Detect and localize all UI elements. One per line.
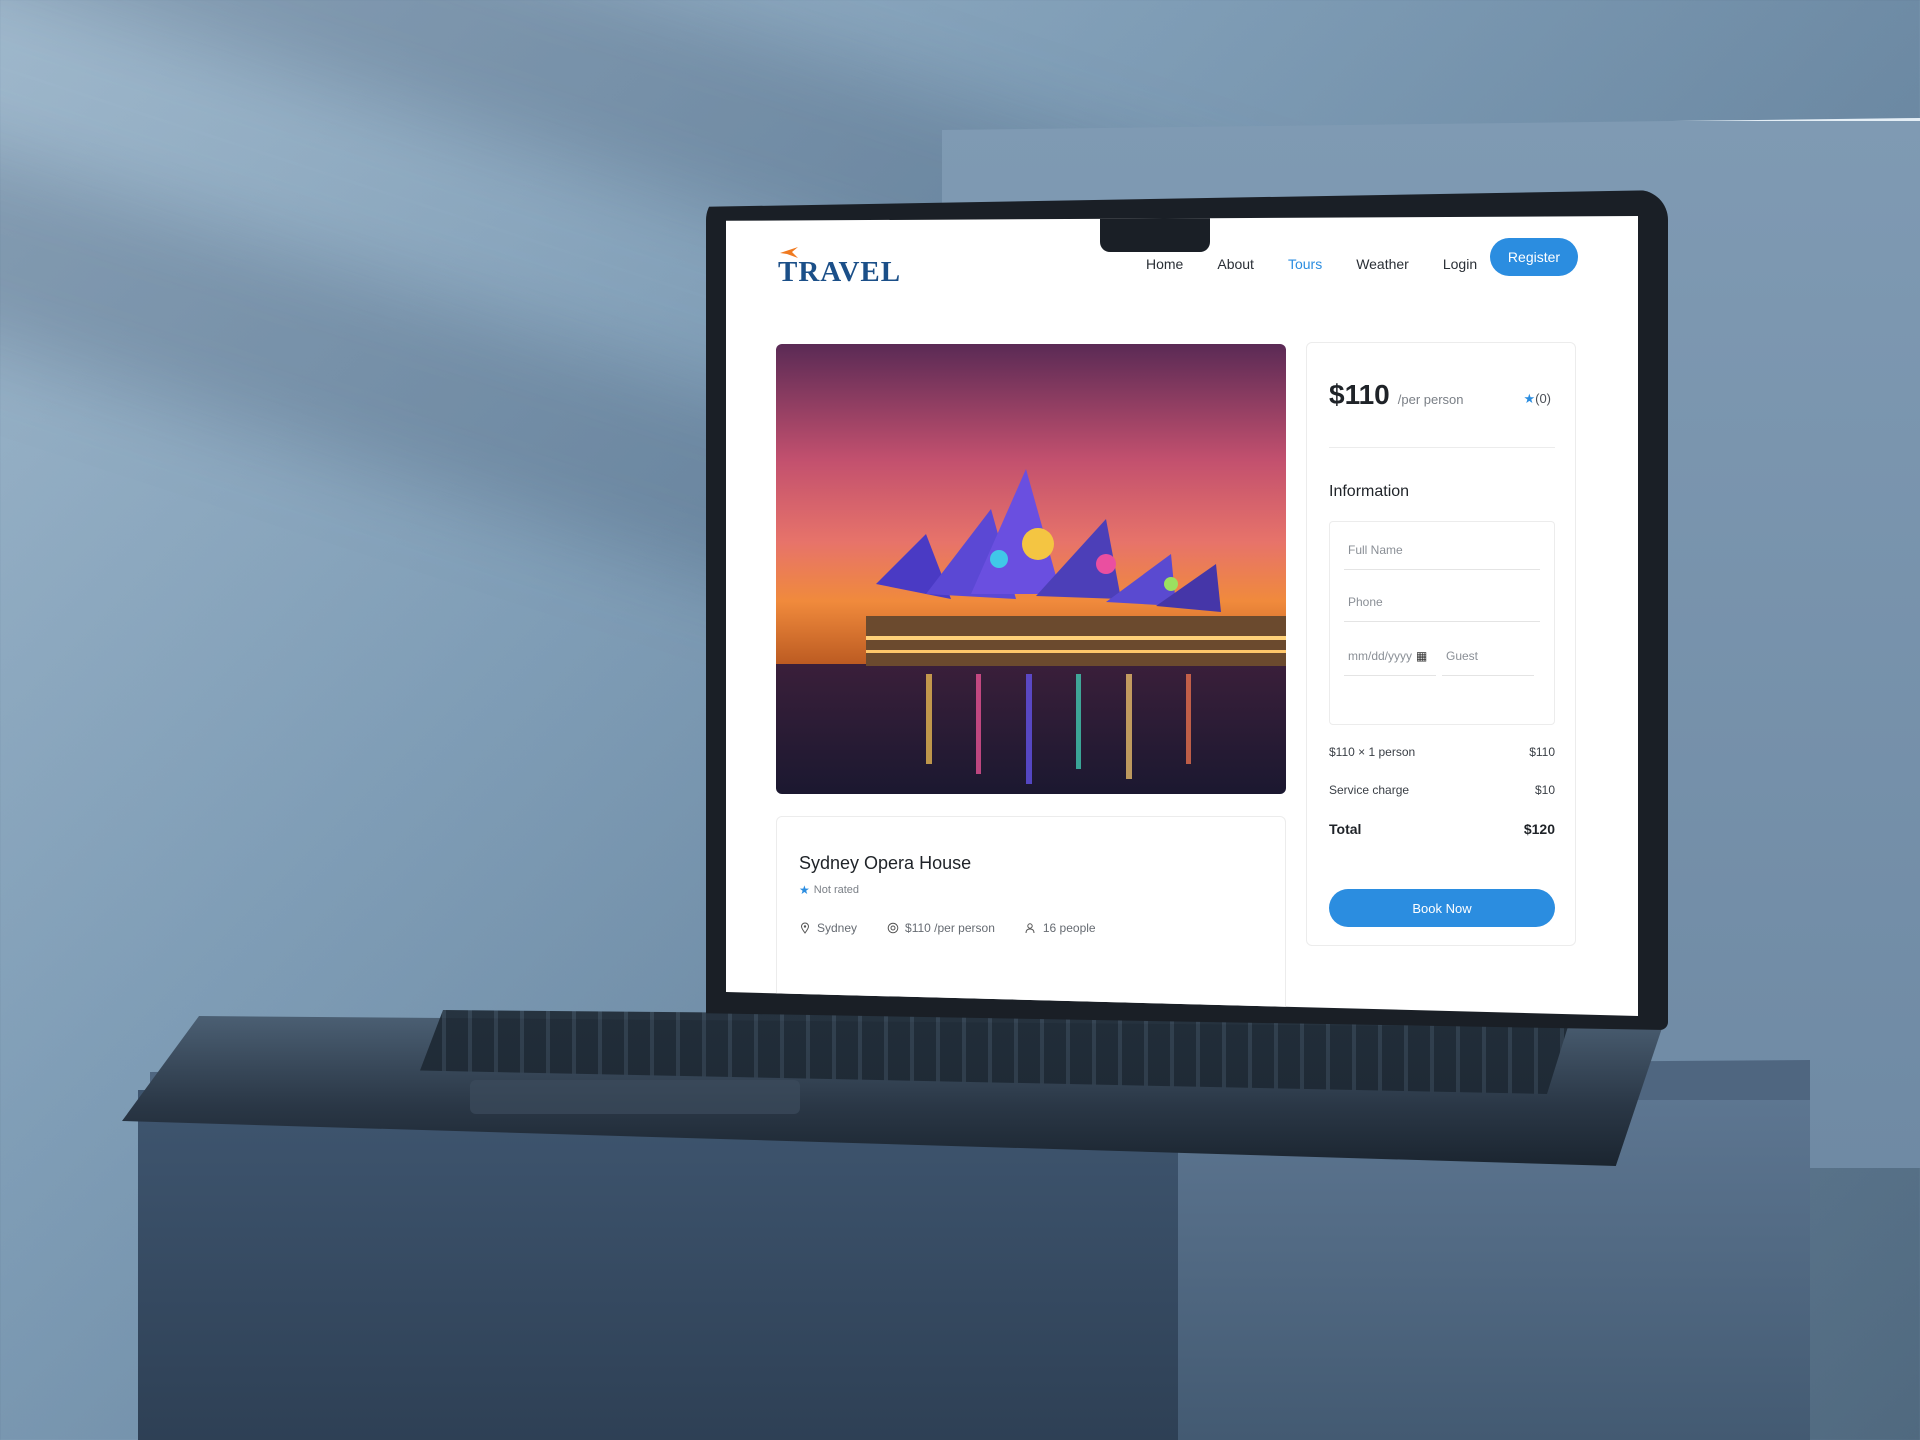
full-name-field[interactable]: Full Name bbox=[1344, 530, 1540, 570]
people-icon bbox=[1025, 923, 1035, 934]
star-icon: ★ bbox=[1523, 391, 1536, 406]
tour-hero-image bbox=[776, 344, 1286, 794]
price-amount: $110 bbox=[1329, 379, 1390, 410]
calendar-icon[interactable]: ▦ bbox=[1416, 649, 1427, 663]
tour-location: Sydney bbox=[799, 921, 857, 935]
nav-login[interactable]: Login bbox=[1443, 256, 1477, 272]
tour-price: $110 /per person bbox=[887, 921, 995, 935]
group-size-text: 16 people bbox=[1042, 921, 1096, 935]
rating-text: Not rated bbox=[813, 884, 860, 896]
guest-field[interactable]: Guest bbox=[1442, 636, 1534, 676]
nav-tours[interactable]: Tours bbox=[1288, 256, 1322, 272]
nav-links: Home About Tours Weather Login bbox=[1146, 256, 1511, 272]
coin-icon bbox=[887, 922, 899, 934]
logo-text: TRAVEL bbox=[778, 256, 902, 288]
register-button[interactable]: Register bbox=[1490, 238, 1578, 276]
tour-rating: ★ Not rated bbox=[799, 883, 859, 897]
nav-about[interactable]: About bbox=[1217, 256, 1254, 272]
date-field[interactable]: mm/dd/yyyy ▦ bbox=[1344, 636, 1436, 676]
divider bbox=[1329, 447, 1555, 448]
total-row: Total $120 bbox=[1329, 821, 1555, 837]
line-label: Service charge bbox=[1329, 783, 1410, 797]
tour-meta: Sydney $110 /per person 16 people bbox=[799, 921, 1126, 935]
rating-count: (0) bbox=[1535, 391, 1551, 406]
nav-home[interactable]: Home bbox=[1146, 256, 1183, 272]
total-value: $120 bbox=[1523, 821, 1555, 837]
map-pin-icon bbox=[800, 922, 810, 934]
information-heading: Information bbox=[1329, 483, 1410, 500]
book-now-button[interactable]: Book Now bbox=[1329, 889, 1555, 927]
camera-notch bbox=[1100, 216, 1210, 252]
tour-info-card: Sydney Opera House ★ Not rated Sydney $1… bbox=[776, 816, 1286, 1016]
booking-rating: ★(0) bbox=[1523, 391, 1551, 407]
total-label: Total bbox=[1329, 821, 1362, 837]
brand-logo[interactable]: TRAVEL bbox=[778, 244, 900, 294]
price-text: $110 /per person bbox=[905, 921, 995, 935]
booking-panel: $110 /per person ★(0) Information Full N… bbox=[1306, 342, 1576, 946]
nav-weather[interactable]: Weather bbox=[1356, 256, 1409, 272]
laptop-screen: TRAVEL Home About Tours Weather Login Re… bbox=[726, 216, 1638, 1016]
line-label: $110 × 1 person bbox=[1329, 745, 1416, 759]
price-line-row: $110 × 1 person $110 bbox=[1329, 745, 1555, 759]
star-icon: ★ bbox=[799, 883, 810, 897]
price-per-label: /per person bbox=[1397, 392, 1464, 407]
line-value: $110 bbox=[1529, 745, 1555, 759]
phone-field[interactable]: Phone bbox=[1344, 582, 1540, 622]
tour-title: Sydney Opera House bbox=[799, 853, 972, 873]
location-text: Sydney bbox=[817, 921, 858, 935]
tour-group-size: 16 people bbox=[1025, 921, 1096, 935]
opera-house-illustration bbox=[776, 344, 1286, 794]
line-value: $10 bbox=[1534, 783, 1555, 797]
booking-price: $110 /per person bbox=[1329, 379, 1464, 411]
service-charge-row: Service charge $10 bbox=[1329, 783, 1555, 797]
date-placeholder: mm/dd/yyyy bbox=[1348, 648, 1413, 663]
laptop-trackpad bbox=[470, 1080, 800, 1114]
booking-form: Full Name Phone mm/dd/yyyy ▦ Guest bbox=[1329, 521, 1555, 725]
